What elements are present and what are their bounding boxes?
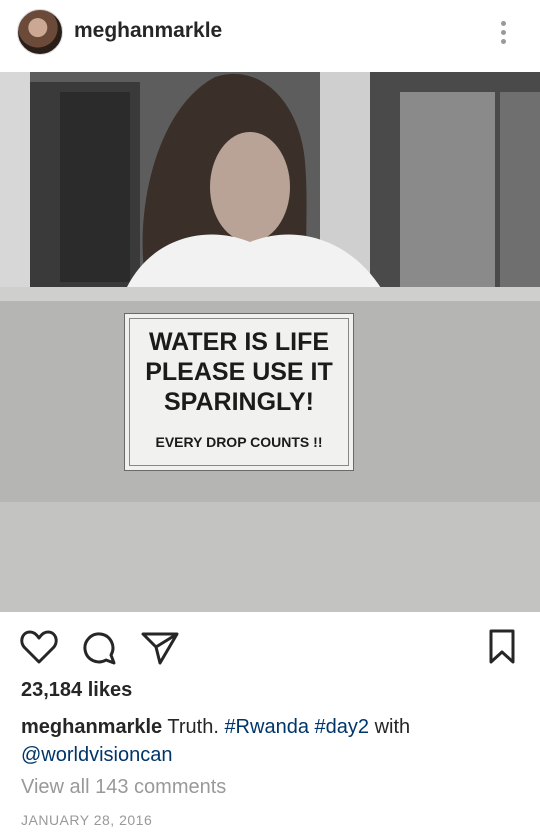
hashtag-rwanda[interactable]: #Rwanda: [224, 716, 309, 738]
share-icon[interactable]: [140, 630, 180, 666]
sign-line-4: EVERY DROP COUNTS !!: [155, 434, 323, 450]
sign-line-2: PLEASE USE IT: [145, 358, 333, 386]
mention-worldvisioncan[interactable]: @worldvisioncan: [21, 744, 172, 766]
post-date: JANUARY 28, 2016: [21, 812, 153, 828]
post-caption: meghanmarkle Truth. #Rwanda #day2 with @…: [21, 713, 521, 769]
view-all-comments-link[interactable]: View all 143 comments: [21, 776, 226, 799]
post-header: meghanmarkle: [0, 0, 540, 70]
heart-icon[interactable]: [20, 629, 58, 665]
avatar[interactable]: [17, 9, 63, 55]
sign-line-1: WATER IS LIFE: [148, 328, 330, 356]
caption-username[interactable]: meghanmarkle: [21, 716, 162, 738]
post-photo[interactable]: WATER IS LIFE PLEASE USE IT SPARINGLY! E…: [0, 72, 540, 612]
water-sign: WATER IS LIFE PLEASE USE IT SPARINGLY! E…: [124, 313, 354, 471]
more-options-icon[interactable]: [494, 18, 512, 48]
post-username[interactable]: meghanmarkle: [74, 19, 222, 43]
likes-count[interactable]: 23,184 likes: [21, 679, 132, 702]
caption-with: with: [374, 716, 411, 738]
caption-text: Truth.: [167, 716, 219, 738]
sign-line-3: SPARINGLY!: [163, 388, 315, 416]
hashtag-day2[interactable]: #day2: [315, 716, 370, 738]
comment-icon[interactable]: [81, 630, 117, 666]
bookmark-icon[interactable]: [487, 628, 517, 666]
